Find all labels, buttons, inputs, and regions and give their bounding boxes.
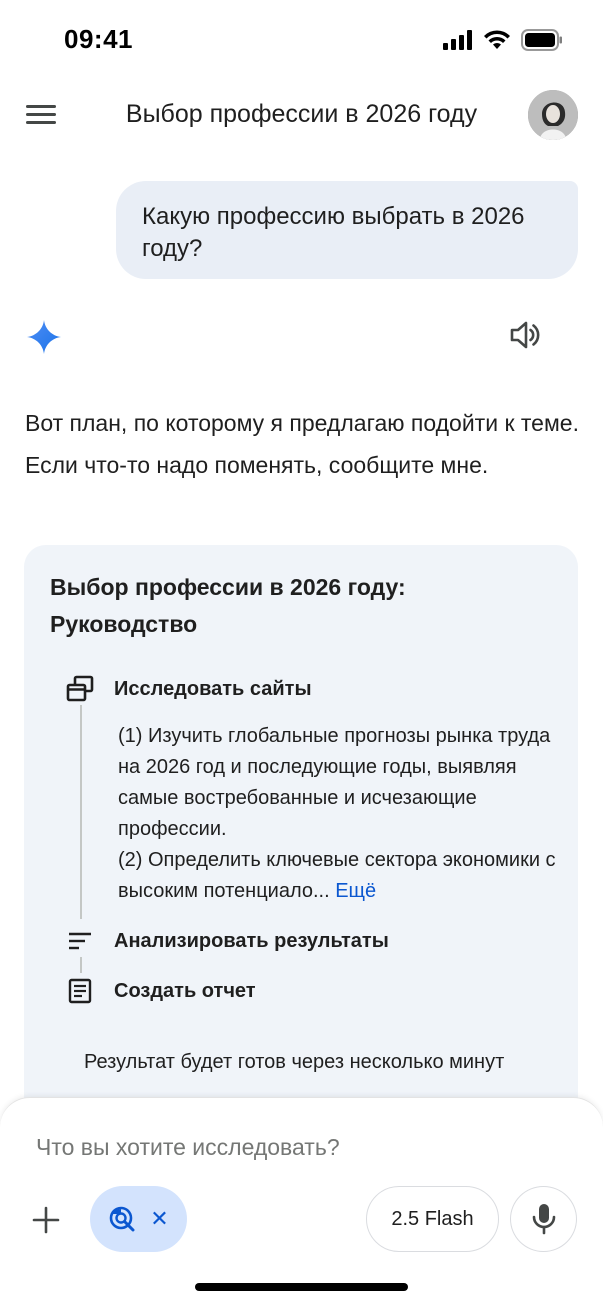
wifi-icon bbox=[484, 30, 510, 49]
timeline-connector bbox=[80, 957, 82, 973]
plan-status-text: Результат будет готов через несколько ми… bbox=[84, 1051, 505, 1073]
microphone-icon bbox=[532, 1204, 555, 1235]
input-panel: ✕ 2.5 Flash bbox=[0, 1097, 603, 1305]
plan-step-report: Создать отчет bbox=[64, 975, 256, 1007]
prompt-input[interactable] bbox=[36, 1134, 556, 1161]
deep-research-chip[interactable]: ✕ bbox=[90, 1186, 187, 1252]
microphone-button[interactable] bbox=[510, 1186, 577, 1252]
status-bar: 09:41 bbox=[0, 0, 603, 80]
close-icon[interactable]: ✕ bbox=[150, 1208, 168, 1230]
assistant-response-text: Вот план, по которому я предлагаю подойт… bbox=[25, 410, 579, 478]
create-report-icon bbox=[68, 978, 92, 1004]
speaker-icon[interactable] bbox=[508, 318, 542, 352]
plan-step-description-text: (1) Изучить глобальные прогнозы рынка тр… bbox=[118, 725, 556, 902]
more-link[interactable]: Ещё bbox=[335, 880, 376, 902]
page-title: Выбор профессии в 2026 году bbox=[125, 100, 478, 128]
battery-icon bbox=[521, 29, 562, 51]
deep-research-icon bbox=[109, 1206, 135, 1232]
research-plan-card: Выбор профессии в 2026 году: Руководство… bbox=[24, 545, 578, 1145]
plan-step-label: Анализировать результаты bbox=[114, 929, 389, 952]
avatar[interactable] bbox=[528, 90, 578, 140]
app-header: Выбор профессии в 2026 году bbox=[0, 84, 603, 146]
browse-sites-icon bbox=[66, 675, 94, 702]
avatar-portrait-icon bbox=[528, 90, 578, 140]
plan-step-browse: Исследовать сайты bbox=[64, 673, 312, 705]
cellular-signal-icon bbox=[443, 30, 472, 50]
model-selector-button[interactable]: 2.5 Flash bbox=[366, 1186, 499, 1252]
plan-step-label: Исследовать сайты bbox=[114, 677, 312, 700]
plan-step-label: Создать отчет bbox=[114, 979, 256, 1002]
status-time: 09:41 bbox=[64, 24, 133, 54]
analyze-results-icon bbox=[69, 932, 91, 950]
plan-step-description: (1) Изучить глобальные прогнозы рынка тр… bbox=[118, 721, 558, 907]
plus-icon[interactable] bbox=[28, 1202, 64, 1238]
timeline-connector bbox=[80, 697, 82, 919]
plan-step-analyze: Анализировать результаты bbox=[64, 925, 389, 957]
gemini-sparkle-icon bbox=[27, 320, 61, 354]
user-message-bubble: Какую профессию выбрать в 2026 году? bbox=[116, 181, 578, 279]
home-indicator bbox=[195, 1283, 408, 1291]
status-icons bbox=[443, 28, 563, 52]
plan-title: Выбор профессии в 2026 году: Руководство bbox=[50, 574, 406, 637]
